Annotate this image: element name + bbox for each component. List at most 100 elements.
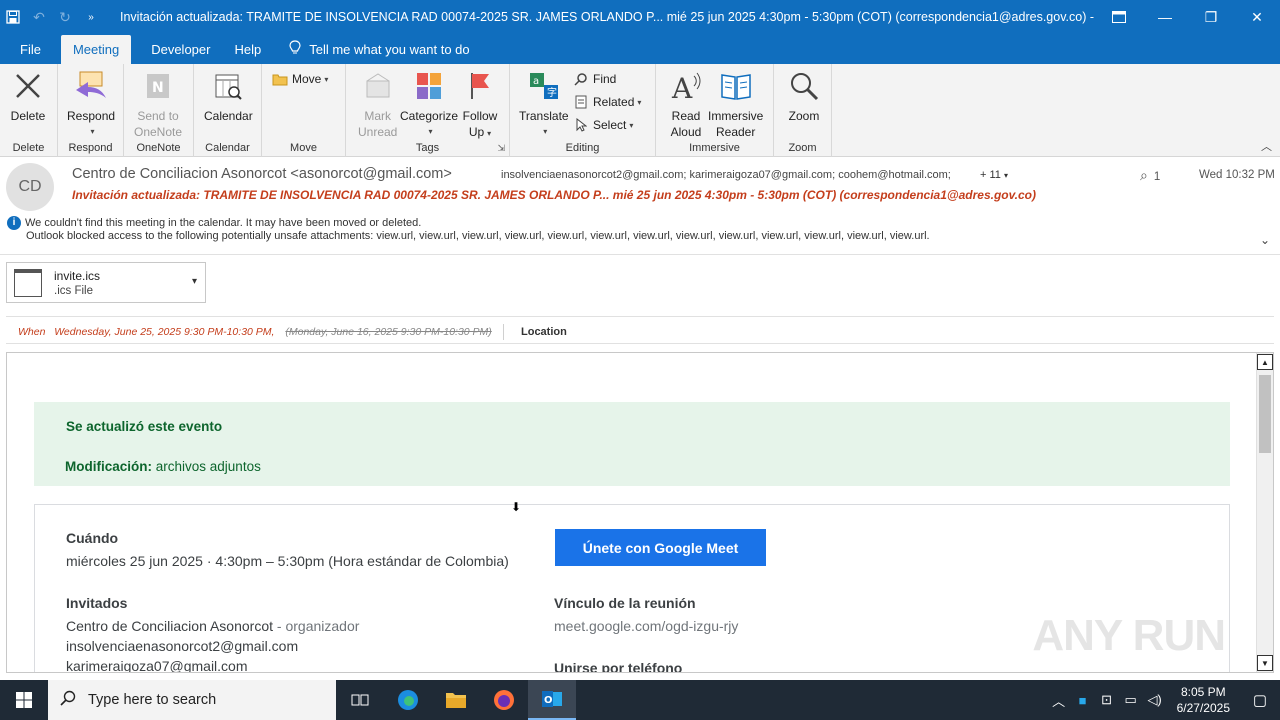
send-to-onenote-button[interactable]: N Send to OneNote [134,68,182,140]
outlook-taskbar-icon[interactable]: O [528,680,576,720]
related-button[interactable]: Related ▾ [573,91,641,113]
windows-start-icon[interactable] [0,680,48,720]
read-aloud-label-2: Aloud [670,125,702,139]
group-calendar: Calendar Calendar [194,64,262,157]
attachment-invite-ics[interactable]: invite.ics .ics File ▾ [6,262,206,303]
clock-date: 6/27/2025 [1176,701,1230,715]
modification-label: Modificación: [65,459,152,474]
group-zoom: Zoom Zoom [774,64,832,157]
location-label: Location [521,326,567,338]
scroll-up-icon[interactable]: ▲ [1257,354,1273,370]
meeting-when: When Wednesday, June 25, 2025 9:30 PM-10… [18,326,492,338]
more-recipients[interactable]: + 11 ▾ [980,169,1008,181]
customize-toolbar-icon[interactable]: » [78,0,104,34]
group-onenote: N Send to OneNote OneNote [124,64,194,157]
translate-icon: a字 [526,68,562,104]
group-label-tags: Tags [415,142,440,154]
scroll-thumb[interactable] [1259,375,1271,453]
attachment-count: ⌕ 1 [1140,167,1160,184]
follow-label-1: Follow [462,109,498,123]
calendar-button[interactable]: Calendar [204,68,253,124]
chevron-down-icon: ▾ [1003,171,1008,180]
immersive-reader-button[interactable]: Immersive Reader [708,68,763,140]
close-icon[interactable]: ✕ [1234,0,1280,34]
info-icon: i [7,216,21,230]
volume-icon[interactable]: ◁) [1143,692,1167,708]
immersive-reader-icon [718,68,754,104]
scroll-down-icon[interactable]: ▼ [1257,655,1273,671]
restore-icon[interactable]: ❐ [1188,0,1234,34]
group-label-onenote: OneNote [136,142,181,154]
ribbon-display-options-icon[interactable] [1096,0,1142,34]
firefox-icon[interactable] [480,680,528,720]
dialog-launcher-icon[interactable]: ⇲ [497,143,505,154]
network-icon[interactable]: ▭ [1119,692,1143,708]
subject: Invitación actualizada: TRAMITE DE INSOL… [72,188,1036,202]
recipients[interactable]: insolvenciaenasonorcot2@gmail.com; karim… [501,169,951,181]
tab-meeting[interactable]: Meeting [60,35,132,64]
svg-text:字: 字 [547,86,557,99]
ribbon: Delete Delete Respond ▾ Respond N Send t… [0,64,1280,157]
move-button[interactable]: Move ▾ [272,68,328,90]
task-view-icon[interactable] [336,680,384,720]
select-button[interactable]: Select ▾ [573,114,633,136]
find-button[interactable]: Find [573,68,616,90]
translate-label: Translate [519,109,569,123]
search-icon [60,690,76,711]
notice-title: Se actualizó este evento [66,419,223,434]
tray-chevron-up-icon[interactable]: ︿ [1047,691,1071,710]
meeting-link[interactable]: meet.google.com/ogd-izgu-rjy [554,618,738,634]
info-text-2: Outlook blocked access to the following … [26,230,930,243]
file-explorer-icon[interactable] [432,680,480,720]
chevron-down-icon: ▾ [90,127,95,136]
follow-label-2-text: Up [468,125,485,139]
sender[interactable]: Centro de Conciliacion Asonorcot <asonor… [72,166,452,182]
avatar: CD [6,163,54,211]
undo-icon[interactable]: ↶ [26,0,52,34]
info-text-1: We couldn't find this meeting in the cal… [25,216,422,229]
clock[interactable]: 8:05 PM 6/27/2025 [1167,684,1240,716]
tray-device-icon[interactable]: ⊡ [1095,692,1119,708]
categorize-button[interactable]: Categorize ▾ [400,68,458,140]
expand-chevron-icon[interactable]: ⌄ [1260,233,1270,247]
respond-button[interactable]: Respond ▾ [67,68,115,140]
translate-button[interactable]: a字 Translate ▾ [519,68,569,140]
message-header: CD Centro de Conciliacion Asonorcot <aso… [0,157,1280,255]
title-bar: ↶ ↻ » Invitación actualizada: TRAMITE DE… [0,0,1280,34]
follow-up-button[interactable]: Follow Up ▾ [462,68,498,142]
minimize-icon[interactable]: — [1142,0,1188,34]
tray-outlook-icon[interactable]: ■ [1071,693,1095,708]
tab-help[interactable]: Help [224,34,275,64]
save-icon[interactable] [0,0,26,34]
cursor-select-icon [573,117,589,133]
guest-1[interactable]: insolvenciaenasonorcot2@gmail.com [66,638,298,654]
chevron-down-icon[interactable]: ▾ [192,276,197,287]
edge-browser-icon[interactable] [384,680,432,720]
redo-icon[interactable]: ↻ [52,0,78,34]
when-detail: miércoles 25 jun 2025 · 4:30pm – 5:30pm … [66,553,509,569]
group-label-calendar: Calendar [205,142,250,154]
tab-file[interactable]: File [0,34,61,64]
tab-developer[interactable]: Developer [131,34,224,64]
join-google-meet-button[interactable]: Únete con Google Meet [555,529,766,566]
tell-me-search[interactable]: Tell me what you want to do [275,34,481,64]
mark-unread-button[interactable]: Mark Unread [358,68,397,140]
group-label-respond: Respond [68,142,113,154]
select-label: Select [593,118,627,132]
collapse-ribbon-icon[interactable]: ︿ [1261,138,1272,154]
follow-label-2: Up ▾ [469,124,491,142]
when-label: When [18,326,46,338]
modification-value: archivos adjuntos [155,459,261,474]
calendar-label: Calendar [204,109,253,123]
message-body: Se actualizó este evento Modificación: a… [6,352,1274,673]
attachment-name: invite.ics [54,269,101,283]
vertical-scrollbar[interactable]: ▲ ▼ [1256,353,1273,672]
notification-center-icon[interactable]: ▢ [1240,691,1280,709]
guest-2[interactable]: karimeraigoza07@gmail.com [66,658,248,672]
read-aloud-button[interactable]: A Read Aloud [668,68,704,140]
zoom-button[interactable]: Zoom [786,68,822,124]
taskbar-search-box[interactable]: Type here to search [48,680,336,720]
delete-button[interactable]: Delete [10,68,46,124]
document-icon [573,94,589,110]
related-label: Related [593,95,635,109]
